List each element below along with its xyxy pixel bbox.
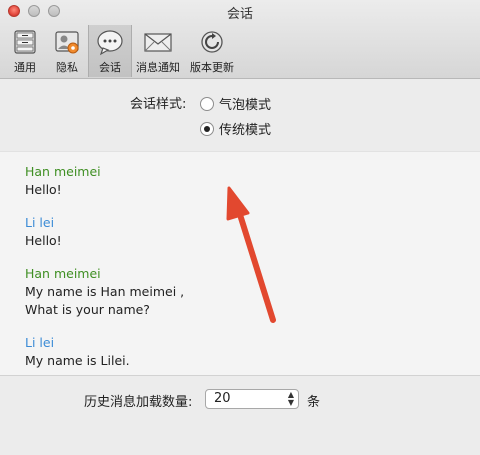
toolbar-updates[interactable]: 版本更新 xyxy=(187,25,237,77)
bubble-mode-radio[interactable] xyxy=(200,96,214,111)
update-icon xyxy=(201,31,223,53)
mail-icon xyxy=(144,33,172,52)
message-text: My name is Lilei. xyxy=(25,353,130,368)
history-count-stepper[interactable]: 20 ▲ ▼ xyxy=(205,389,299,409)
stepper-arrows-icon[interactable]: ▲ ▼ xyxy=(288,391,294,407)
message-text: Hello! xyxy=(25,182,62,197)
chat-preview: Han meimei Hello! Li lei Hello! Han meim… xyxy=(0,151,480,376)
message-text: Hello! xyxy=(25,233,62,248)
toolbar-general[interactable]: 通用 xyxy=(3,25,47,77)
privacy-icon xyxy=(55,31,79,54)
chat-icon xyxy=(97,30,123,56)
traditional-mode-option[interactable]: 传统模式 xyxy=(200,119,271,138)
toolbar-privacy[interactable]: 隐私 xyxy=(45,25,89,77)
message-sender: Li lei xyxy=(25,335,55,350)
toolbar-chat[interactable]: 会话 xyxy=(88,25,132,77)
history-count-value: 20 xyxy=(214,391,231,406)
bubble-mode-label: 气泡模式 xyxy=(219,98,272,113)
preview-message: Han meimei Hello! xyxy=(25,163,101,199)
toolbar-notifications[interactable]: 消息通知 xyxy=(133,25,183,77)
message-sender: Han meimei xyxy=(25,164,101,179)
title-bar: 会话 通用 隐私 会话 消息通知 版本更新 xyxy=(0,0,480,79)
window-title: 会话 xyxy=(226,7,253,22)
message-text: What is your name? xyxy=(25,302,150,317)
bubble-mode-option[interactable]: 气泡模式 xyxy=(200,94,271,113)
traditional-mode-label: 传统模式 xyxy=(219,123,272,138)
message-sender: Han meimei xyxy=(25,266,101,281)
preview-message: Han meimei My name is Han meimei , What … xyxy=(25,265,184,319)
preferences-window: 会话 通用 隐私 会话 消息通知 版本更新 会话样式: 气泡模式 传统模式 Ha… xyxy=(0,0,480,455)
message-sender: Li lei xyxy=(25,215,55,230)
message-text: My name is Han meimei , xyxy=(25,284,185,299)
history-count-unit: 条 xyxy=(307,395,321,410)
chat-style-label: 会话样式: xyxy=(130,97,187,112)
traditional-mode-radio[interactable] xyxy=(200,121,214,136)
preview-message: Li lei Hello! xyxy=(25,214,62,250)
general-icon xyxy=(14,30,36,54)
preview-message: Li lei My name is Lilei. xyxy=(25,334,130,370)
history-count-label: 历史消息加载数量: xyxy=(84,395,193,410)
